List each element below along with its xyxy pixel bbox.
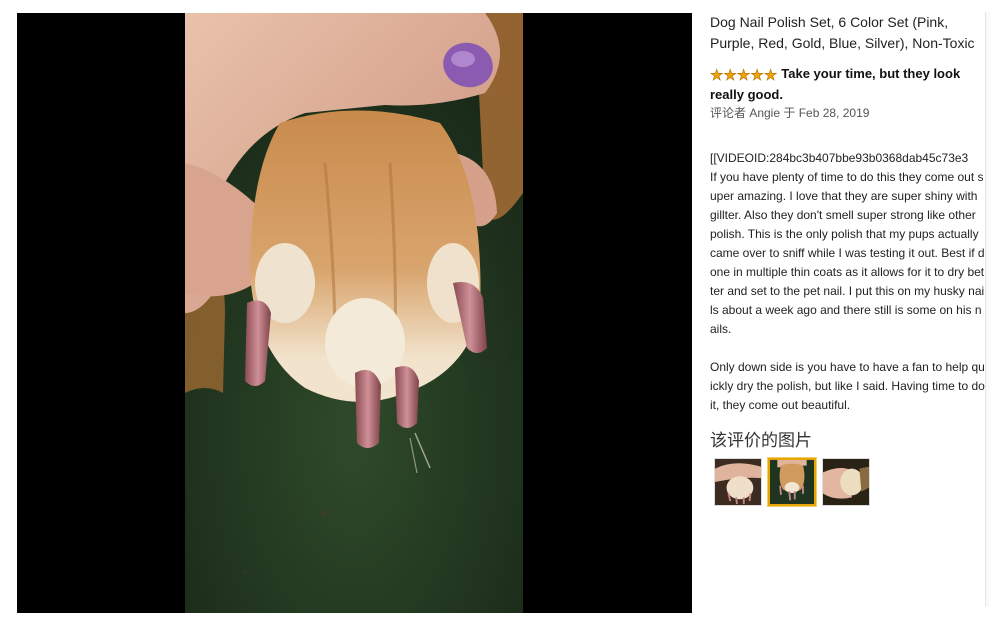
- review-photo-dog-paw: [185, 13, 523, 613]
- star-rating: ★★★★★: [710, 66, 778, 85]
- thumbnail-paw-photo-1[interactable]: [714, 458, 762, 506]
- scrollbar-track[interactable]: [985, 12, 990, 607]
- paw-photo-2-icon: [770, 460, 814, 504]
- star-icon: ★: [736, 67, 751, 84]
- star-icon: ★: [750, 67, 764, 84]
- review-image-thumbnails: [714, 458, 985, 506]
- review-body: [[VIDEOID:284bc3b407bbe93b0368dab45c73e3…: [710, 130, 985, 415]
- star-icon: ★: [710, 67, 724, 84]
- product-title[interactable]: Dog Nail Polish Set, 6 Color Set (Pink, …: [710, 12, 985, 54]
- star-icon: ★: [763, 67, 778, 84]
- review-header: ★★★★★ Take your time, but they look real…: [710, 64, 985, 104]
- thumbnail-paw-photo-2[interactable]: [768, 458, 816, 506]
- review-panel: Dog Nail Polish Set, 6 Color Set (Pink, …: [710, 12, 985, 612]
- video-id-text: [[VIDEOID:284bc3b407bbe93b0368dab45c73e3: [710, 151, 969, 165]
- paw-photo-1-icon: [715, 459, 761, 505]
- review-images-heading: 该评价的图片: [710, 431, 812, 450]
- dog-paw-painted-nails-image: [185, 13, 523, 613]
- thumbnail-paw-photo-3[interactable]: [822, 458, 870, 506]
- paw-photo-3-icon: [823, 459, 869, 505]
- media-viewer[interactable]: [17, 13, 692, 613]
- review-byline: 评论者 Angie 于 Feb 28, 2019: [710, 106, 870, 120]
- star-icon: ★: [723, 67, 737, 84]
- review-body-text: If you have plenty of time to do this th…: [710, 170, 985, 412]
